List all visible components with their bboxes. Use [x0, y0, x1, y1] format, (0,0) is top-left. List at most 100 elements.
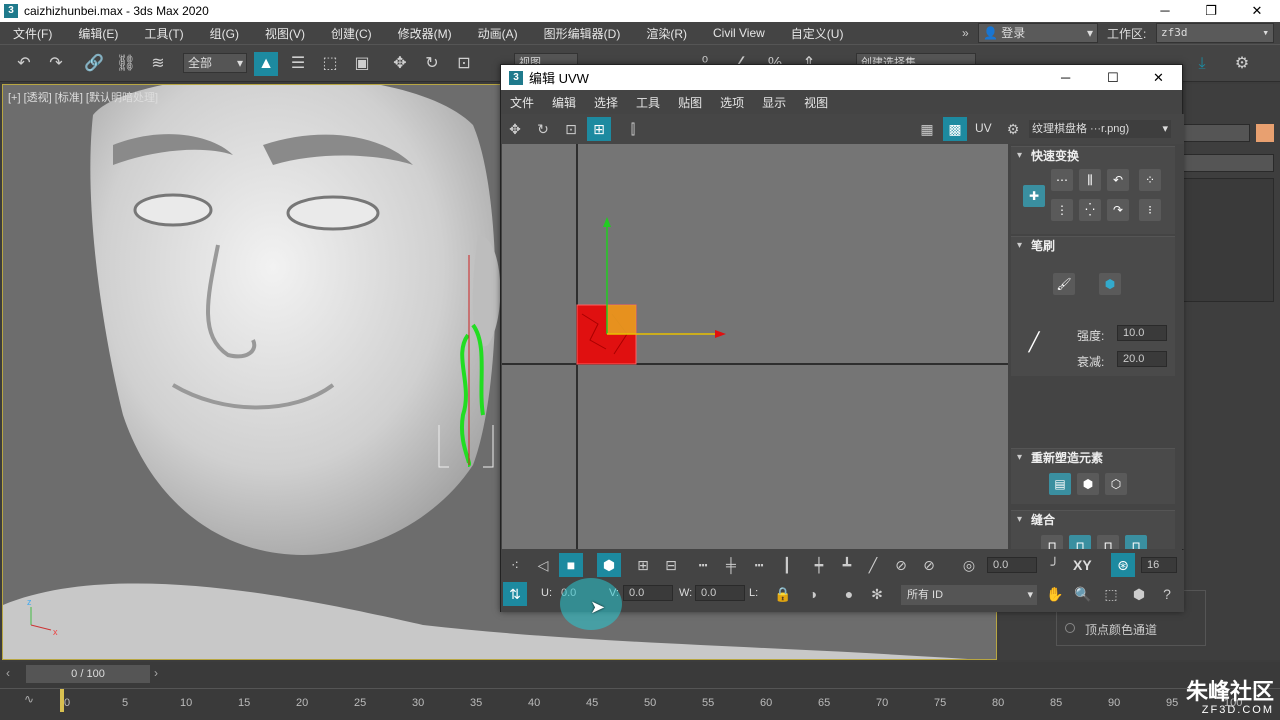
- ring-icon[interactable]: ┃: [775, 553, 799, 577]
- uvw-menu-select[interactable]: 选择: [585, 94, 627, 111]
- object-color-swatch[interactable]: [1256, 124, 1274, 142]
- space-vertical-icon[interactable]: ⁝: [1139, 199, 1161, 221]
- hide-icon[interactable]: ◑: [801, 582, 825, 606]
- object-name-field[interactable]: [1182, 124, 1250, 142]
- stitch-custom-icon[interactable]: ⊓: [1041, 535, 1063, 549]
- menu-graph-editors[interactable]: 图形编辑器(D): [531, 25, 634, 42]
- uvw-menu-options[interactable]: 选项: [711, 94, 753, 111]
- select-by-name-icon[interactable]: ☰: [286, 52, 310, 76]
- menu-civil-view[interactable]: Civil View: [700, 26, 778, 40]
- shrink-selection-icon[interactable]: ⊟: [659, 553, 683, 577]
- checker-pattern-icon[interactable]: ▦: [915, 117, 939, 141]
- modifier-list-dropdown[interactable]: [1182, 154, 1274, 172]
- relax-brush-icon[interactable]: ⬢: [1099, 273, 1121, 295]
- rotate-ccw-icon[interactable]: ↶: [1107, 169, 1129, 191]
- xy-space-toggle[interactable]: XY: [1073, 557, 1092, 573]
- rotate-icon[interactable]: ↻: [420, 52, 444, 76]
- uvw-rotate-icon[interactable]: ↻: [531, 117, 555, 141]
- grid-size-spinner[interactable]: 16: [1141, 557, 1177, 573]
- paint-move-icon[interactable]: 🖌: [1053, 273, 1075, 295]
- menu-create[interactable]: 创建(C): [318, 25, 385, 42]
- stitch-to-source-icon[interactable]: ⊓: [1069, 535, 1091, 549]
- uvw-menu-file[interactable]: 文件: [501, 94, 543, 111]
- select-face-icon[interactable]: ■: [559, 553, 583, 577]
- show-map-icon[interactable]: ▩: [943, 117, 967, 141]
- help-icon[interactable]: ?: [1155, 582, 1179, 606]
- align-vertical-icon[interactable]: ⫼: [1079, 169, 1101, 191]
- menu-group[interactable]: 组(G): [197, 25, 252, 42]
- zoom-region-icon[interactable]: ⬚: [1099, 582, 1123, 606]
- uvw-freeform-icon[interactable]: ⊞: [587, 117, 611, 141]
- timeline-prev-icon[interactable]: ‹: [6, 666, 10, 680]
- align-horizontal-icon[interactable]: ⋯: [1051, 169, 1073, 191]
- menu-animation[interactable]: 动画(A): [465, 25, 531, 42]
- quick-transform-header[interactable]: 快速变换: [1011, 147, 1175, 165]
- relax-element-icon[interactable]: ⬢: [1077, 473, 1099, 495]
- set-pivot-icon[interactable]: ✚: [1023, 185, 1045, 207]
- modifier-stack[interactable]: [1182, 178, 1274, 302]
- zoom-icon[interactable]: 🔍: [1071, 582, 1095, 606]
- texture-dropdown[interactable]: 纹理棋盘格 ···r.png) ▾: [1029, 120, 1171, 138]
- grow-ring-icon[interactable]: ┿: [807, 553, 831, 577]
- redo-icon[interactable]: ↷: [44, 52, 68, 76]
- bind-spacewarp-icon[interactable]: ≋: [146, 52, 170, 76]
- grow-loop-icon[interactable]: ╪: [719, 553, 743, 577]
- strength-spinner[interactable]: 10.0: [1117, 325, 1167, 341]
- window-crossing-icon[interactable]: ▣: [350, 52, 374, 76]
- straighten-selection-icon[interactable]: ▤: [1049, 473, 1071, 495]
- uvw-settings-icon[interactable]: ⚙: [1001, 117, 1025, 141]
- space-horizontal-icon[interactable]: ⁘: [1139, 169, 1161, 191]
- grow-selection-icon[interactable]: ⊞: [631, 553, 655, 577]
- soft-selection-icon[interactable]: ◎: [957, 553, 981, 577]
- menu-view[interactable]: 视图(V): [252, 25, 318, 42]
- shrink-loop-icon[interactable]: ┅: [747, 553, 771, 577]
- stitch-to-average-icon[interactable]: ⊓: [1097, 535, 1119, 549]
- w-spinner[interactable]: 0.0: [695, 585, 745, 601]
- select-edge-icon[interactable]: ◁: [531, 553, 555, 577]
- falloff-curve-icon[interactable]: ╯: [1043, 553, 1067, 577]
- relax-icon[interactable]: ⁛: [1079, 199, 1101, 221]
- undo-icon[interactable]: ↶: [12, 52, 36, 76]
- menu-edit[interactable]: 编辑(E): [65, 25, 131, 42]
- rect-selection-icon[interactable]: ⬚: [318, 52, 342, 76]
- workspace-dropdown[interactable]: zf3d ▾: [1156, 23, 1274, 43]
- timeline-ruler[interactable]: 0 5 10 15 20 25 30 35 40 45 50 55 60 65 70 75 80 85 90 95 10…: [0, 688, 1280, 718]
- radio-vertex-color[interactable]: [1065, 623, 1075, 633]
- lock-icon[interactable]: 🔒: [771, 582, 795, 606]
- uvw-maximize-button[interactable]: ☐: [1107, 70, 1119, 86]
- absolute-offset-icon[interactable]: ⇅: [503, 582, 527, 606]
- uvw-mirror-icon[interactable]: ⫿: [621, 117, 645, 141]
- rotate-cw-icon[interactable]: ↷: [1107, 199, 1129, 221]
- unlink-icon[interactable]: ⛓: [114, 52, 138, 76]
- falloff-spinner[interactable]: 20.0: [1117, 351, 1167, 367]
- selection-filter-dropdown[interactable]: 全部 ▾: [183, 53, 247, 73]
- select-vertex-icon[interactable]: ⁖: [503, 553, 527, 577]
- menu-rendering[interactable]: 渲染(R): [633, 25, 700, 42]
- loop-icon[interactable]: ┅: [691, 553, 715, 577]
- straighten-icon[interactable]: ⋮: [1051, 199, 1073, 221]
- shrink-ring-icon[interactable]: ┻: [835, 553, 859, 577]
- uvw-menu-view[interactable]: 视图: [795, 94, 837, 111]
- render-icon[interactable]: ⤓: [1190, 52, 1214, 76]
- uvw-minimize-button[interactable]: ─: [1061, 70, 1070, 85]
- grid-snap-icon[interactable]: ⊛: [1111, 553, 1135, 577]
- enlarge-brush-icon[interactable]: ⊘: [889, 553, 913, 577]
- shrink-brush-icon[interactable]: ⊘: [917, 553, 941, 577]
- minimize-button[interactable]: ─: [1142, 0, 1188, 22]
- uvw-close-button[interactable]: ✕: [1153, 70, 1164, 86]
- uvw-menu-display[interactable]: 显示: [753, 94, 795, 111]
- stitch-to-target-icon[interactable]: ⊓: [1125, 535, 1147, 549]
- uvw-menu-mapping[interactable]: 贴图: [669, 94, 711, 111]
- soft-selection-spinner[interactable]: 0.0: [987, 557, 1037, 573]
- timeline-next-icon[interactable]: ›: [154, 666, 158, 680]
- zoom-extents-icon[interactable]: ⬢: [1127, 582, 1151, 606]
- time-slider[interactable]: 0 / 100: [26, 665, 150, 683]
- flatten-element-icon[interactable]: ⬡: [1105, 473, 1127, 495]
- viewport-label[interactable]: [+] [透视] [标准] [默认明暗处理]: [8, 89, 158, 105]
- brush-settings-icon[interactable]: ╱: [1023, 331, 1045, 353]
- select-element-icon[interactable]: ⬢: [597, 553, 621, 577]
- freeze-icon[interactable]: ✻: [865, 582, 889, 606]
- maximize-button[interactable]: ❐: [1188, 0, 1234, 22]
- menu-tools[interactable]: 工具(T): [131, 25, 196, 42]
- uvw-menu-edit[interactable]: 编辑: [543, 94, 585, 111]
